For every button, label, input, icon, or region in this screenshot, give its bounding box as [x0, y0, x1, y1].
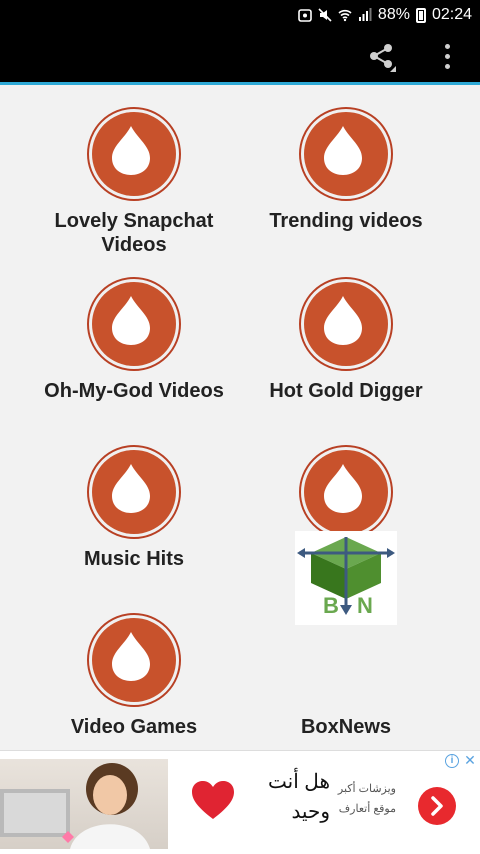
boxnews-logo[interactable]: B N	[295, 531, 397, 625]
flame-icon	[112, 464, 150, 513]
action-bar	[0, 30, 480, 82]
ad-banner[interactable]: هل أنت وحيد ويزشات أكبر موقع أتعارف i ✕	[0, 750, 480, 854]
tile-label: Hot Gold Digger	[269, 380, 423, 402]
tile-music-hits[interactable]: Music Hits	[14, 423, 254, 591]
ad-subtitle-line2: موقع أتعارف	[338, 803, 396, 815]
tile-label: Oh-My-God Videos	[44, 380, 224, 402]
close-icon[interactable]: ✕	[462, 752, 478, 768]
share-icon[interactable]	[366, 42, 396, 72]
ad-title-line2: وحيد	[291, 801, 330, 823]
tile-label-line2: Videos	[101, 234, 167, 256]
tile-label: Lovely Snapchat	[54, 210, 214, 232]
ad-subtitle: ويزشات أكبر موقع أتعارف	[326, 779, 396, 819]
ad-subtitle-line1: ويزشات أكبر	[337, 783, 396, 795]
tile-label: Video Games	[70, 716, 198, 738]
logo-letter-b: B	[323, 593, 339, 618]
flame-icon	[324, 296, 362, 345]
battery-icon	[415, 7, 426, 23]
ad-photo[interactable]	[0, 759, 168, 849]
status-icons: 88% 02:24	[298, 5, 472, 25]
wifi-icon	[338, 9, 352, 22]
ad-title-line1: هل أنت	[267, 771, 330, 793]
ad-cta-button[interactable]	[418, 787, 456, 825]
tile-icon-circle	[299, 107, 393, 201]
chevron-right-icon	[431, 796, 443, 816]
battery-percent: 88%	[377, 6, 410, 23]
clock: 02:24	[431, 6, 472, 23]
tile-icon-circle	[87, 613, 181, 707]
signal-icon	[358, 8, 372, 21]
category-grid: Lovely Snapchat Videos Trending videos O…	[0, 85, 480, 750]
tile-label: Music Hits	[83, 548, 185, 570]
ad-title: هل أنت وحيد	[250, 767, 330, 827]
notification-icon	[298, 9, 312, 22]
tile-icon-circle	[299, 445, 393, 539]
heart-icon	[192, 781, 234, 819]
tile-icon-circle	[87, 277, 181, 371]
tile-oh-my-god-videos[interactable]: Oh-My-God Videos	[14, 255, 254, 423]
tile-label: BoxNews	[300, 716, 392, 738]
flame-icon	[112, 296, 150, 345]
tile-video-games[interactable]: Video Games	[14, 591, 254, 759]
mute-icon	[318, 8, 332, 22]
overflow-menu-icon[interactable]	[440, 42, 454, 72]
tile-trending-videos[interactable]: Trending videos	[226, 85, 466, 253]
logo-letter-n: N	[357, 593, 373, 618]
status-bar: 88% 02:24	[0, 0, 480, 30]
flame-icon	[112, 126, 150, 175]
cube-logo-icon: B N	[297, 537, 395, 618]
tile-icon-circle	[299, 277, 393, 371]
tile-hot-gold-digger[interactable]: Hot Gold Digger	[226, 255, 466, 423]
tile-label: Trending videos	[269, 210, 423, 232]
info-icon[interactable]: i	[445, 754, 459, 768]
flame-icon	[324, 126, 362, 175]
flame-icon	[112, 632, 150, 681]
tile-icon-circle	[87, 445, 181, 539]
tile-icon-circle	[87, 107, 181, 201]
flame-icon	[324, 464, 362, 513]
tile-lovely-snapchat-videos[interactable]: Lovely Snapchat Videos	[14, 85, 254, 256]
